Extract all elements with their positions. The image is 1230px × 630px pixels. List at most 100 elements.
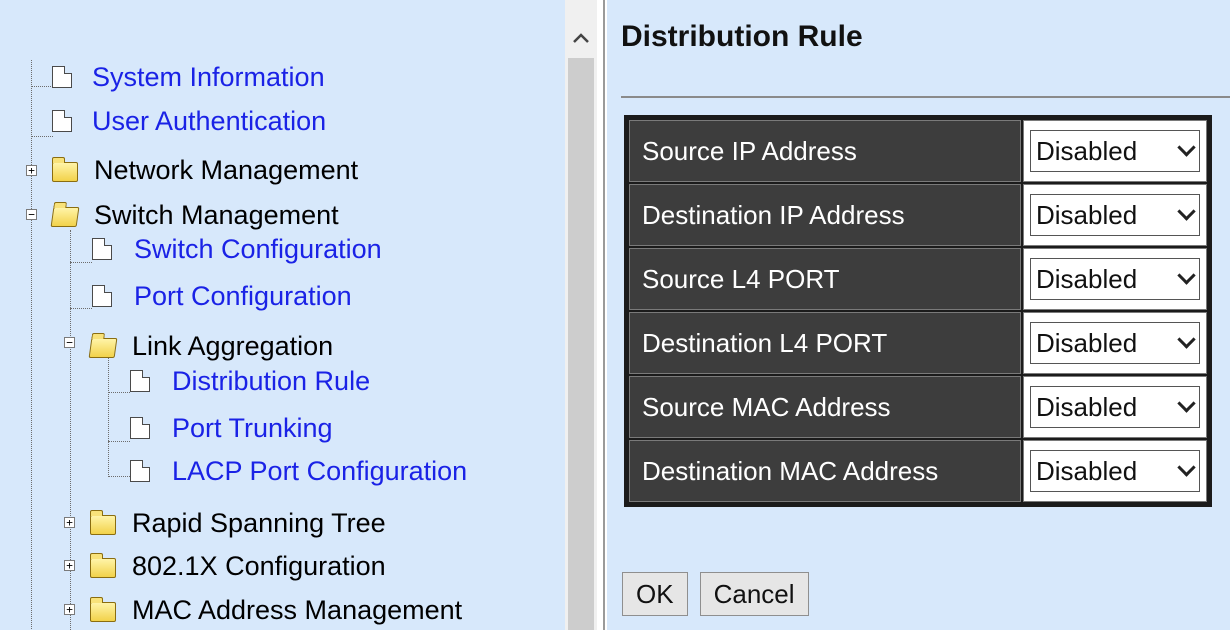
page-icon (92, 285, 112, 307)
nav-item-label[interactable]: System Information (92, 62, 325, 92)
rule-select-value: Disabled (1036, 391, 1138, 422)
page-icon (130, 370, 150, 392)
plus-expander-icon[interactable]: + (64, 604, 75, 615)
page-icon (130, 417, 150, 439)
chevron-down-icon (1177, 138, 1196, 157)
rule-select[interactable]: Disabled (1030, 322, 1200, 364)
nav-item-label[interactable]: LACP Port Configuration (172, 456, 467, 486)
tree-line (31, 136, 53, 137)
rule-select[interactable]: Disabled (1030, 258, 1200, 300)
frame-divider (597, 0, 607, 630)
page-icon (52, 110, 72, 132)
scrollbar-thumb[interactable] (568, 58, 594, 630)
nav-folder-mac-address-management[interactable]: MAC Address Management (90, 595, 462, 625)
rule-row: Destination MAC Address Disabled (629, 440, 1207, 502)
rule-value-cell: Disabled (1023, 248, 1207, 310)
nav-item-label[interactable]: Port Trunking (172, 413, 333, 443)
tree-line (108, 476, 130, 477)
rule-value-cell: Disabled (1023, 440, 1207, 502)
nav-item-label[interactable]: Port Configuration (134, 281, 352, 311)
folder-open-icon (50, 207, 80, 227)
tree-line (108, 441, 130, 442)
nav-item-user-authentication[interactable]: User Authentication (52, 106, 326, 136)
nav-item-lacp-port-configuration[interactable]: LACP Port Configuration (130, 456, 467, 486)
page-icon (52, 66, 72, 88)
nav-folder-802-1x-configuration[interactable]: 802.1X Configuration (90, 551, 386, 581)
tree-line (108, 355, 109, 475)
rule-row: Destination L4 PORT Disabled (629, 312, 1207, 374)
frame-divider-line (603, 0, 605, 630)
nav-item-port-trunking[interactable]: Port Trunking (130, 413, 333, 443)
rule-select-value: Disabled (1036, 327, 1138, 358)
chevron-down-icon (1177, 266, 1196, 285)
rule-value-cell: Disabled (1023, 120, 1207, 182)
rule-select[interactable]: Disabled (1030, 450, 1200, 492)
nav-item-label[interactable]: Switch Configuration (134, 234, 382, 264)
minus-expander-icon[interactable]: − (64, 337, 75, 348)
plus-expander-icon[interactable]: + (26, 165, 37, 176)
folder-open-icon (88, 338, 118, 358)
nav-folder-link-aggregation[interactable]: Link Aggregation (88, 331, 333, 361)
nav-folder-label[interactable]: Rapid Spanning Tree (132, 508, 386, 538)
nav-scrollbar[interactable] (565, 0, 597, 630)
button-row: OK Cancel (622, 572, 809, 616)
rule-row: Source IP Address Disabled (629, 120, 1207, 182)
ok-button[interactable]: OK (622, 572, 688, 616)
minus-expander-icon[interactable]: − (26, 209, 37, 220)
rule-label: Source L4 PORT (629, 248, 1021, 310)
nav-item-label[interactable]: Distribution Rule (172, 366, 370, 396)
rule-select-value: Disabled (1036, 455, 1138, 486)
nav-folder-label[interactable]: MAC Address Management (132, 595, 462, 625)
plus-expander-icon[interactable]: + (64, 517, 75, 528)
rule-value-cell: Disabled (1023, 184, 1207, 246)
rule-select-value: Disabled (1036, 135, 1138, 166)
rule-value-cell: Disabled (1023, 376, 1207, 438)
tree-line (70, 262, 92, 263)
rule-label: Source MAC Address (629, 376, 1021, 438)
tree-line (108, 392, 130, 393)
nav-folder-label[interactable]: 802.1X Configuration (132, 551, 386, 581)
nav-folder-rapid-spanning-tree[interactable]: Rapid Spanning Tree (90, 508, 386, 538)
rule-value-cell: Disabled (1023, 312, 1207, 374)
rule-table-body: Source IP Address Disabled Destination IP … (629, 120, 1207, 502)
main-content: Distribution Rule Source IP Address Disab… (607, 0, 1230, 630)
nav-item-label[interactable]: User Authentication (92, 106, 326, 136)
rule-row: Source MAC Address Disabled (629, 376, 1207, 438)
nav-folder-label[interactable]: Link Aggregation (132, 331, 333, 361)
distribution-rule-table: Source IP Address Disabled Destination IP … (624, 115, 1212, 507)
chevron-up-icon[interactable] (565, 18, 597, 58)
page-icon (92, 238, 112, 260)
navigation-tree: System Information User Authentication +… (0, 0, 565, 630)
nav-item-switch-configuration[interactable]: Switch Configuration (92, 234, 382, 264)
chevron-down-icon (1177, 394, 1196, 413)
tree-line (70, 308, 92, 309)
plus-expander-icon[interactable]: + (64, 560, 75, 571)
chevron-down-icon (1177, 458, 1196, 477)
rule-label: Destination IP Address (629, 184, 1021, 246)
nav-item-distribution-rule[interactable]: Distribution Rule (130, 366, 370, 396)
rule-label: Destination MAC Address (629, 440, 1021, 502)
folder-icon (90, 553, 116, 578)
page-icon (130, 460, 150, 482)
rule-row: Source L4 PORT Disabled (629, 248, 1207, 310)
folder-icon (52, 157, 78, 182)
nav-folder-label[interactable]: Network Management (94, 155, 358, 185)
rule-row: Destination IP Address Disabled (629, 184, 1207, 246)
rule-label: Destination L4 PORT (629, 312, 1021, 374)
cancel-button[interactable]: Cancel (699, 572, 809, 616)
nav-folder-label[interactable]: Switch Management (94, 200, 339, 230)
rule-select[interactable]: Disabled (1030, 130, 1200, 172)
rule-select[interactable]: Disabled (1030, 386, 1200, 428)
rule-select[interactable]: Disabled (1030, 194, 1200, 236)
chevron-down-icon (1177, 202, 1196, 221)
nav-item-system-information[interactable]: System Information (52, 62, 325, 92)
nav-folder-network-management[interactable]: Network Management (52, 155, 358, 185)
nav-item-port-configuration[interactable]: Port Configuration (92, 281, 352, 311)
nav-folder-switch-management[interactable]: Switch Management (50, 200, 339, 230)
title-divider (621, 96, 1230, 98)
rule-label: Source IP Address (629, 120, 1021, 182)
folder-icon (90, 597, 116, 622)
tree-line (31, 86, 53, 87)
rule-select-value: Disabled (1036, 199, 1138, 230)
chevron-down-icon (1177, 330, 1196, 349)
